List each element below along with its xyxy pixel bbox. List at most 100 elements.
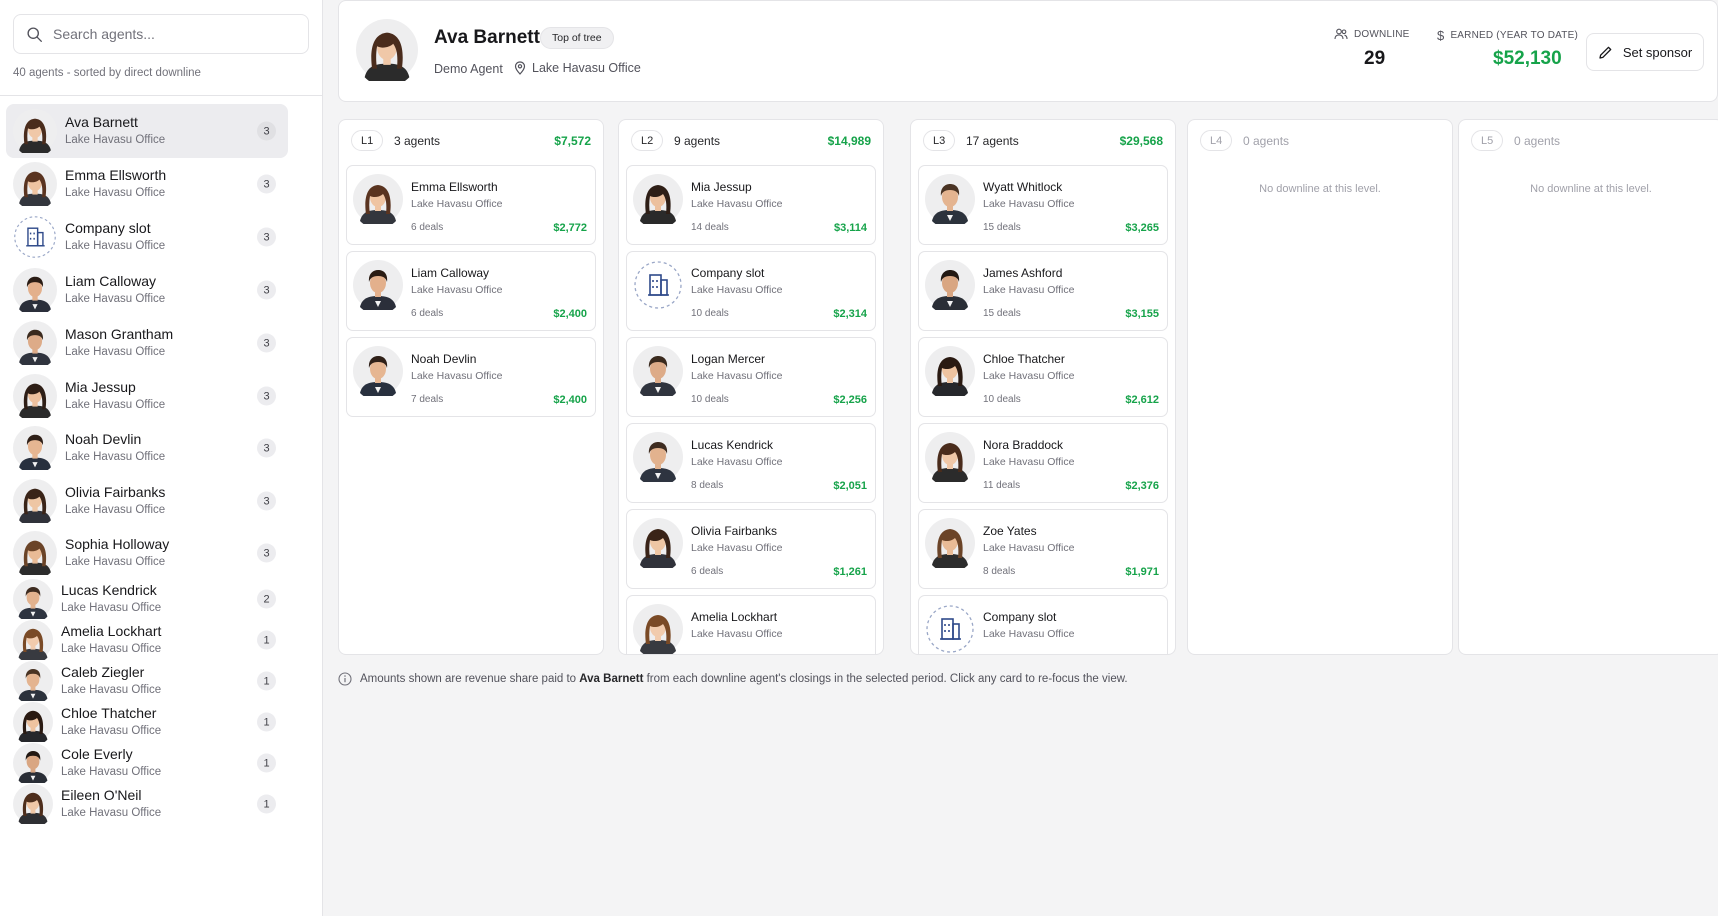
sidebar-agent-row[interactable]: Noah Devlin Lake Havasu Office 3 — [6, 422, 288, 475]
card-amount: $1,971 — [1125, 566, 1159, 578]
avatar — [353, 174, 403, 229]
agent-header: Ava Barnett Top of tree Demo Agent Lake … — [338, 0, 1718, 102]
avatar — [13, 109, 57, 158]
sidebar-agent-row[interactable]: Ava Barnett Lake Havasu Office 3 — [6, 104, 288, 158]
sidebar-agent-row[interactable]: Eileen O'Neil Lake Havasu Office 1 — [6, 784, 288, 828]
agent-name: Lucas Kendrick — [61, 582, 157, 598]
agent-card[interactable]: Mia Jessup Lake Havasu Office 14 deals $3,1… — [626, 165, 876, 245]
downline-count-badge: 1 — [257, 671, 276, 691]
card-agent-office: Lake Havasu Office — [411, 370, 503, 382]
agent-cards: Wyatt Whitlock Lake Havasu Office 15 deals… — [911, 160, 1175, 654]
level-total: $7,572 — [554, 134, 591, 148]
card-agent-name: James Ashford — [983, 266, 1063, 280]
agent-card[interactable]: Olivia Fairbanks Lake Havasu Office 6 deal… — [626, 509, 876, 589]
sidebar-agent-row[interactable]: Amelia Lockhart Lake Havasu Office 1 — [6, 620, 288, 664]
avatar-photo — [925, 518, 975, 573]
downline-count-badge: 3 — [257, 333, 276, 353]
sidebar-agent-row[interactable]: Mia Jessup Lake Havasu Office 3 — [6, 370, 288, 423]
footnote-text: Amounts shown are revenue share paid to … — [360, 673, 1128, 685]
level-agent-count: 9 agents — [674, 134, 721, 148]
sidebar-agent-row[interactable]: Caleb Ziegler Lake Havasu Office 1 — [6, 661, 288, 705]
pencil-icon — [1599, 46, 1612, 59]
downline-count-badge: 3 — [257, 543, 276, 563]
avatar-photo — [633, 604, 683, 654]
agent-card[interactable]: Wyatt Whitlock Lake Havasu Office 15 deals… — [918, 165, 1168, 245]
card-amount: $2,376 — [1125, 480, 1159, 492]
agent-card[interactable]: Company slot Lake Havasu Office 10 deals $2… — [626, 251, 876, 331]
search-input[interactable] — [53, 26, 293, 42]
avatar — [13, 162, 57, 211]
sidebar-agent-row[interactable]: Mason Grantham Lake Havasu Office 3 — [6, 317, 288, 370]
downline-label: DOWNLINE — [1334, 28, 1410, 40]
agent-card[interactable]: Company slot Lake Havasu Office — [918, 595, 1168, 654]
avatar — [633, 174, 683, 229]
avatar — [13, 426, 57, 475]
agent-cards: Mia Jessup Lake Havasu Office 14 deals $3,1… — [619, 160, 883, 654]
avatar-photo — [13, 661, 53, 705]
sidebar-agent-row[interactable]: Lucas Kendrick Lake Havasu Office 2 — [6, 579, 288, 623]
sidebar-agent-row[interactable]: Olivia Fairbanks Lake Havasu Office 3 — [6, 475, 288, 528]
agent-card[interactable]: Nora Braddock Lake Havasu Office 11 deals $… — [918, 423, 1168, 503]
level-badge: L2 — [631, 130, 664, 151]
agent-name: Emma Ellsworth — [65, 167, 167, 183]
sidebar-agent-row[interactable]: Cole Everly Lake Havasu Office 1 — [6, 743, 288, 787]
avatar — [633, 346, 683, 401]
agent-role: Demo Agent — [434, 62, 503, 76]
sidebar-agent-row[interactable]: Liam Calloway Lake Havasu Office 3 — [6, 264, 288, 317]
agent-card[interactable]: Noah Devlin Lake Havasu Office 7 deals $2,4… — [346, 337, 596, 417]
dollar-icon: $ — [1437, 28, 1445, 43]
sort-note: 40 agents - sorted by direct downline — [13, 67, 201, 79]
downline-count-badge: 1 — [257, 753, 276, 773]
agent-cards: Emma Ellsworth Lake Havasu Office 6 deals $… — [339, 160, 603, 417]
sidebar-agent-row[interactable]: Emma Ellsworth Lake Havasu Office 3 — [6, 158, 288, 211]
agent-card[interactable]: Logan Mercer Lake Havasu Office 10 deals $2… — [626, 337, 876, 417]
card-amount: $3,155 — [1125, 308, 1159, 320]
card-agent-name: Nora Braddock — [983, 438, 1064, 452]
avatar — [925, 346, 975, 401]
avatar — [633, 518, 683, 573]
agent-card[interactable]: Zoe Yates Lake Havasu Office 8 deals $1,971 — [918, 509, 1168, 589]
agent-office: Lake Havasu Office — [61, 602, 162, 614]
avatar-photo — [13, 321, 57, 370]
level-agent-count: 0 agents — [1243, 134, 1290, 148]
sidebar-agent-row[interactable]: Company slot Lake Havasu Office 3 — [6, 211, 288, 263]
set-sponsor-button[interactable]: Set sponsor — [1586, 33, 1704, 71]
agent-card[interactable]: Chloe Thatcher Lake Havasu Office 10 deals… — [918, 337, 1168, 417]
avatar-photo — [13, 784, 53, 828]
avatar-photo — [353, 260, 403, 315]
avatar — [925, 174, 975, 229]
agent-name: Liam Calloway — [65, 273, 157, 289]
agent-office: Lake Havasu Office — [65, 187, 166, 199]
downline-count-badge: 3 — [257, 121, 276, 141]
agent-name: Eileen O'Neil — [61, 787, 142, 803]
agent-card[interactable]: Lucas Kendrick Lake Havasu Office 8 deals $… — [626, 423, 876, 503]
avatar — [633, 604, 683, 654]
sidebar-agent-row[interactable]: Chloe Thatcher Lake Havasu Office 1 — [6, 702, 288, 746]
avatar-photo — [353, 174, 403, 229]
earned-label-text: EARNED (YEAR TO DATE) — [1450, 30, 1578, 41]
agent-card[interactable]: Liam Calloway Lake Havasu Office 6 deals $2… — [346, 251, 596, 331]
card-amount: $2,772 — [553, 222, 587, 234]
card-deal-count: 6 deals — [691, 566, 724, 577]
card-amount: $2,256 — [833, 394, 867, 406]
card-deal-count: 11 deals — [983, 480, 1021, 491]
sidebar-agent-row[interactable]: Sophia Holloway Lake Havasu Office 3 — [6, 527, 288, 580]
avatar-photo — [13, 374, 57, 423]
agent-card[interactable]: James Ashford Lake Havasu Office 15 deals $… — [918, 251, 1168, 331]
card-agent-office: Lake Havasu Office — [983, 370, 1075, 382]
agent-info: Olivia Fairbanks Lake Havasu Office — [65, 484, 165, 518]
card-deal-count: 15 deals — [983, 222, 1021, 233]
agent-info: Sophia Holloway Lake Havasu Office — [65, 536, 169, 570]
card-deal-count: 8 deals — [983, 566, 1016, 577]
agent-info: Eileen O'Neil Lake Havasu Office — [61, 787, 161, 821]
level-badge: L3 — [923, 130, 956, 151]
agent-card[interactable]: Amelia Lockhart Lake Havasu Office — [626, 595, 876, 654]
search-box[interactable] — [13, 14, 309, 54]
card-agent-name: Amelia Lockhart — [691, 610, 778, 624]
avatar-photo — [13, 268, 57, 317]
downline-count-badge: 1 — [257, 712, 276, 732]
users-icon — [1334, 28, 1348, 40]
downline-count-badge: 3 — [257, 386, 276, 406]
card-agent-name: Mia Jessup — [691, 180, 752, 194]
agent-card[interactable]: Emma Ellsworth Lake Havasu Office 6 deals $… — [346, 165, 596, 245]
